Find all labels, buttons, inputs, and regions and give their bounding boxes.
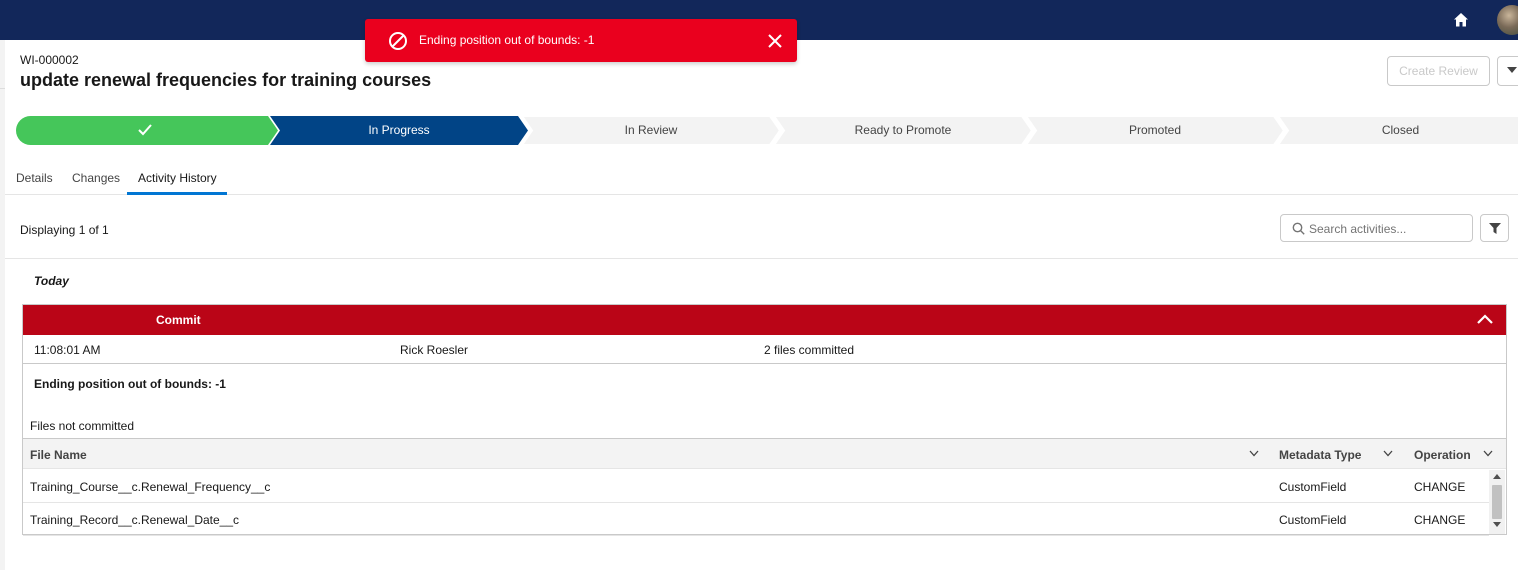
chevron-down-icon[interactable]: [1249, 450, 1259, 457]
files-table: File Name Metadata Type Operation Traini…: [23, 438, 1506, 536]
section-label: Files not committed: [30, 419, 135, 433]
record-page: WI-000002 update renewal frequencies for…: [5, 40, 1518, 570]
scroll-up-icon[interactable]: [1493, 473, 1501, 479]
record-title: update renewal frequencies for training …: [20, 70, 432, 90]
metadata-type-cell: CustomField: [1279, 513, 1347, 527]
file-name-cell: Training_Record__c.Renewal_Date__c: [30, 513, 240, 527]
activity-error-message: Ending position out of bounds: -1: [34, 377, 226, 391]
table-header: File Name Metadata Type Operation: [23, 439, 1506, 469]
operation-cell: CHANGE: [1414, 480, 1466, 494]
path-stage-complete[interactable]: [16, 116, 278, 145]
filter-icon: [1489, 223, 1501, 234]
search-input[interactable]: [1309, 219, 1469, 238]
path-stage-closed[interactable]: Closed: [1278, 116, 1518, 145]
more-actions-button[interactable]: [1497, 56, 1518, 86]
path-stage-label: In Progress: [368, 123, 430, 137]
chevron-down-icon[interactable]: [1383, 450, 1393, 457]
tab-details[interactable]: Details: [16, 171, 53, 185]
chevron-up-icon[interactable]: [1476, 312, 1494, 326]
activity-meta-row: 11:08:01 AM Rick Roesler 2 files committ…: [23, 335, 1506, 364]
result-count: Displaying 1 of 1: [20, 223, 109, 237]
metadata-type-cell: CustomField: [1279, 480, 1347, 494]
activity-type: Commit: [156, 313, 201, 327]
filter-button[interactable]: [1480, 214, 1509, 242]
path-stage-label: Closed: [1381, 123, 1420, 137]
ban-icon: [389, 32, 407, 50]
activity-toolbar: Displaying 1 of 1: [5, 195, 1518, 259]
table-row[interactable]: Training_Record__c.Renewal_Date__c Custo…: [23, 503, 1489, 536]
operation-cell: CHANGE: [1414, 513, 1466, 527]
path-stage-label: Ready to Promote: [854, 123, 952, 137]
activity-card-header[interactable]: Commit: [23, 305, 1506, 335]
column-header-metadata-type[interactable]: Metadata Type: [1279, 448, 1361, 462]
table-scrollbar[interactable]: [1489, 470, 1505, 534]
path-stage-label: In Review: [624, 123, 678, 137]
path-stage-promoted[interactable]: Promoted: [1026, 116, 1284, 145]
path-stage-in-progress[interactable]: In Progress: [270, 116, 528, 145]
activity-card: Commit 11:08:01 AM Rick Roesler 2 files …: [22, 304, 1507, 536]
home-icon[interactable]: [1452, 11, 1470, 29]
chevron-down-icon: [1507, 67, 1517, 73]
search-box: [1280, 214, 1473, 242]
tab-activity-history[interactable]: Activity History: [138, 171, 217, 185]
path-stage-ready-to-promote[interactable]: Ready to Promote: [774, 116, 1032, 145]
toast-message: Ending position out of bounds: -1: [419, 33, 595, 47]
user-avatar[interactable]: [1497, 5, 1518, 35]
chevron-down-icon[interactable]: [1483, 450, 1493, 457]
search-icon: [1292, 222, 1305, 235]
divider: [0, 88, 5, 89]
file-name-cell: Training_Course__c.Renewal_Frequency__c: [30, 480, 271, 494]
check-icon: [138, 124, 152, 136]
path-stage-label: Promoted: [1128, 123, 1182, 137]
table-row[interactable]: Training_Course__c.Renewal_Frequency__c …: [23, 470, 1489, 503]
scroll-down-icon[interactable]: [1493, 522, 1501, 528]
column-header-operation[interactable]: Operation: [1414, 448, 1471, 462]
path-stage-in-review[interactable]: In Review: [522, 116, 780, 145]
error-toast: Ending position out of bounds: -1: [365, 19, 797, 62]
column-header-file-name[interactable]: File Name: [30, 448, 87, 462]
activity-time: 11:08:01 AM: [34, 343, 101, 357]
activity-user: Rick Roesler: [400, 343, 469, 357]
date-group-label: Today: [34, 274, 69, 288]
status-path: In Progress In Review Ready to Promote P…: [16, 116, 1518, 145]
create-review-button[interactable]: Create Review: [1387, 56, 1490, 86]
activity-summary: 2 files committed: [764, 343, 855, 357]
record-id: WI-000002: [20, 53, 79, 67]
scroll-thumb[interactable]: [1492, 485, 1502, 519]
record-tabs: Details Changes Activity History: [5, 165, 1518, 195]
tab-changes[interactable]: Changes: [72, 171, 120, 185]
close-icon[interactable]: [767, 33, 783, 49]
